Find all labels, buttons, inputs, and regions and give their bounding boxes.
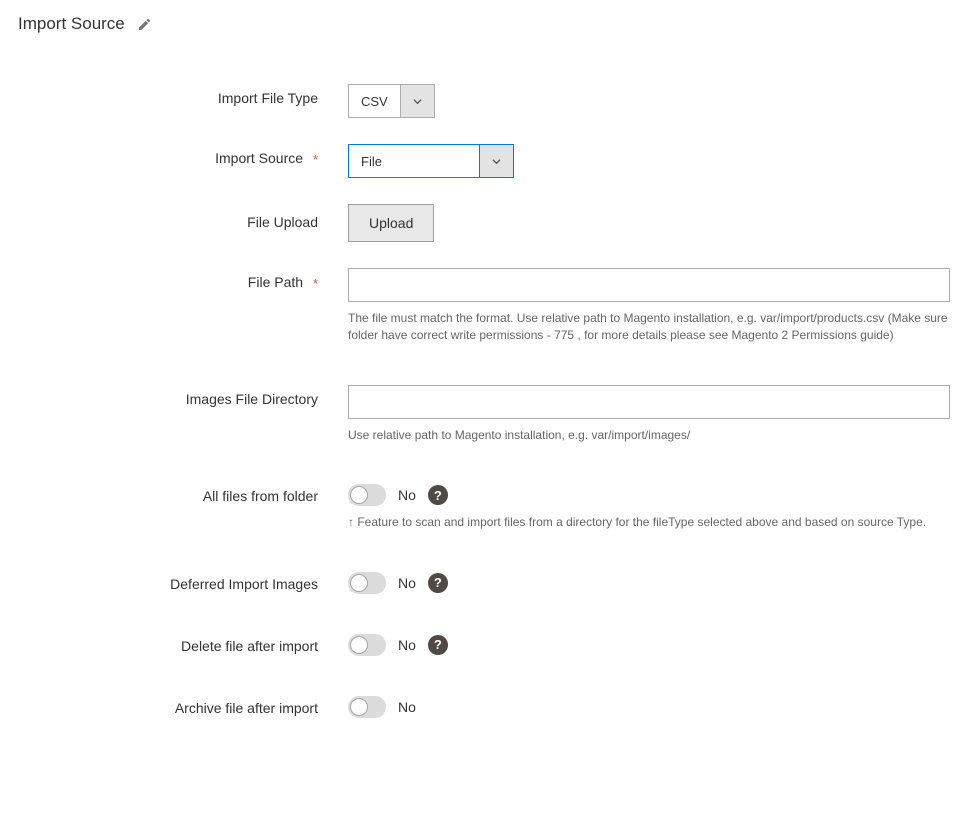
required-marker: *	[313, 276, 318, 291]
section-title: Import Source	[18, 14, 125, 34]
edit-icon[interactable]	[137, 17, 152, 32]
section-header: Import Source	[18, 10, 962, 34]
label-all-files: All files from folder	[18, 484, 348, 504]
field-all-files: All files from folder No ? ↑ Feature to …	[18, 484, 962, 531]
help-icon[interactable]: ?	[428, 573, 448, 593]
note-file-path: The file must match the format. Use rela…	[348, 310, 950, 345]
label-import-file-type: Import File Type	[18, 84, 348, 106]
upload-button[interactable]: Upload	[348, 204, 434, 242]
label-images-dir: Images File Directory	[18, 385, 348, 407]
help-icon[interactable]: ?	[428, 635, 448, 655]
toggle-state-all-files: No	[398, 487, 416, 503]
field-file-path: File Path * The file must match the form…	[18, 268, 962, 345]
toggle-state-delete-after: No	[398, 637, 416, 653]
field-deferred-images: Deferred Import Images No ?	[18, 572, 962, 594]
label-import-source: Import Source *	[18, 144, 348, 167]
help-icon[interactable]: ?	[428, 485, 448, 505]
note-images-dir: Use relative path to Magento installatio…	[348, 427, 950, 444]
label-text-file-path: File Path	[248, 274, 303, 290]
field-delete-after: Delete file after import No ?	[18, 634, 962, 656]
label-archive-after: Archive file after import	[18, 696, 348, 716]
label-file-upload: File Upload	[18, 204, 348, 230]
label-text-import-source: Import Source	[215, 150, 303, 166]
field-archive-after: Archive file after import No	[18, 696, 962, 718]
select-import-source[interactable]: File	[348, 144, 514, 178]
toggle-archive-after[interactable]	[348, 696, 386, 718]
field-file-upload: File Upload Upload	[18, 204, 962, 242]
label-delete-after: Delete file after import	[18, 634, 348, 654]
note-all-files: ↑ Feature to scan and import files from …	[348, 514, 950, 531]
chevron-down-icon	[479, 145, 513, 177]
toggle-state-archive-after: No	[398, 699, 416, 715]
toggle-all-files[interactable]	[348, 484, 386, 506]
select-import-file-type[interactable]: CSV	[348, 84, 435, 118]
label-file-path: File Path *	[18, 268, 348, 291]
input-file-path[interactable]	[348, 268, 950, 302]
required-marker: *	[313, 152, 318, 167]
toggle-state-deferred-images: No	[398, 575, 416, 591]
input-images-dir[interactable]	[348, 385, 950, 419]
label-deferred-images: Deferred Import Images	[18, 572, 348, 592]
select-value-import-file-type: CSV	[349, 85, 400, 117]
field-import-file-type: Import File Type CSV	[18, 84, 962, 118]
field-import-source: Import Source * File	[18, 144, 962, 178]
toggle-delete-after[interactable]	[348, 634, 386, 656]
field-images-dir: Images File Directory Use relative path …	[18, 385, 962, 444]
toggle-deferred-images[interactable]	[348, 572, 386, 594]
chevron-down-icon	[400, 85, 434, 117]
select-value-import-source: File	[349, 145, 479, 177]
